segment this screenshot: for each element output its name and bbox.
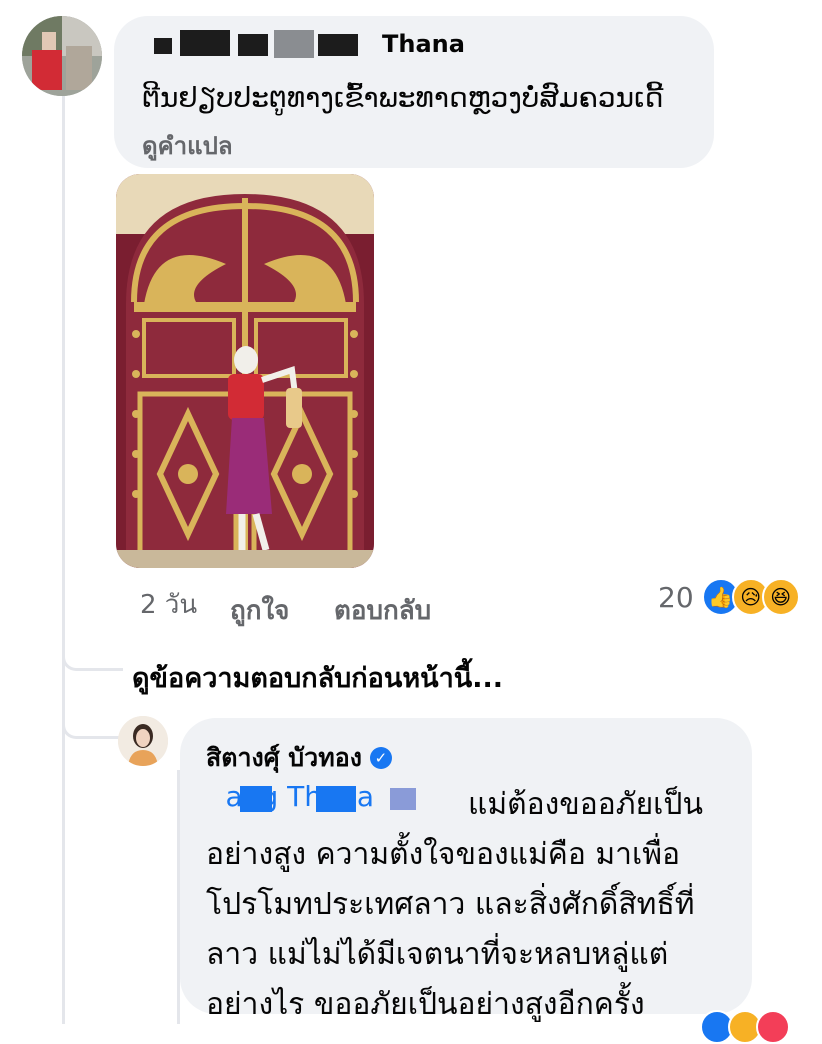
comment-photo[interactable] — [116, 174, 374, 568]
like-button[interactable]: ถูกใจ — [230, 590, 289, 631]
reply-line: อย่างไร ขออภัยเป็นอย่างสูงอีกครั้ง — [206, 987, 645, 1022]
reply-reaction-summary[interactable] — [700, 1010, 790, 1044]
reply-author[interactable]: สิตางศุ์ บัวทอง ✓ — [206, 738, 392, 778]
thread-branch — [62, 708, 123, 739]
reply-line: แม่ต้องขออภัยเป็น — [468, 787, 703, 822]
comment-timestamp[interactable]: 2 วัน — [140, 584, 197, 625]
comment-bubble: Thana ຕີນຢຽບປະຕູທາງເຂົ້າພະທາດຫຼວງບໍ່ສົມຄ… — [114, 16, 714, 168]
translate-link[interactable]: ดูคำแปล — [142, 126, 233, 165]
reply-bubble: สิตางศุ์ บัวทอง ✓ Dang Thana แม่ต้องขออภ… — [180, 718, 752, 1022]
redaction — [180, 30, 230, 56]
haha-icon: 😆 — [761, 578, 800, 616]
replier-avatar[interactable] — [118, 716, 168, 766]
commenter-avatar[interactable] — [22, 16, 102, 96]
reply-author-name: สิตางศุ์ บัวทอง — [206, 743, 362, 772]
verified-badge-icon: ✓ — [369, 747, 392, 769]
thread-branch — [62, 640, 123, 671]
comment-text: ຕີນຢຽບປະຕູທາງເຂົ້າພະທາດຫຼວງບໍ່ສົມຄວນເດີ້ — [142, 81, 664, 114]
reply-line: ลาว แม่ไม่ได้มีเจตนาที่จะหลบหลู่แต่ — [206, 937, 669, 972]
reply-text: แม่ต้องขออภัยเป็น อย่างสูง ความตั้งใจของ… — [206, 780, 746, 1030]
redaction — [154, 38, 172, 54]
reaction-summary[interactable]: 20 👍 😥 😆 — [658, 578, 800, 616]
redaction — [274, 30, 314, 58]
reply-line: อย่างสูง ความตั้งใจของแม่คือ มาเพื่อ — [206, 837, 681, 872]
redaction — [318, 34, 358, 56]
reaction-count: 20 — [658, 580, 694, 614]
thread-line — [62, 92, 65, 1024]
love-icon — [756, 1010, 790, 1044]
view-previous-replies-link[interactable]: ดูข้อความตอบกลับก่อนหน้านี้... — [132, 656, 503, 699]
reply-line: โปรโมทประเทศลาว และสิ่งศักดิ์สิทธิ์ที่ — [206, 887, 695, 922]
reply-button[interactable]: ตอบกลับ — [334, 590, 431, 631]
redaction — [238, 34, 268, 56]
